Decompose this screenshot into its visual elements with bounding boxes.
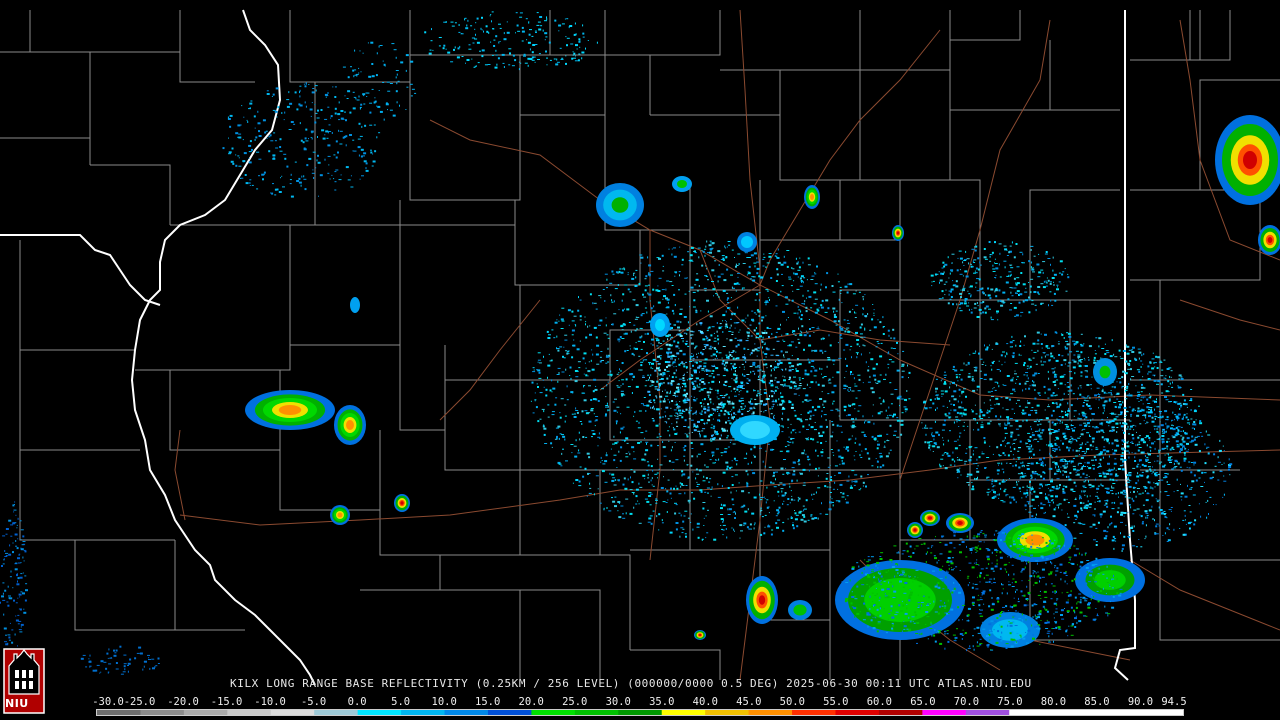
scale-label: 65.0 — [910, 696, 936, 708]
color-bar-segment — [835, 710, 880, 715]
scale-label: 60.0 — [866, 696, 893, 708]
scale-label: -25.0 — [123, 696, 156, 708]
color-bar-segment — [1139, 710, 1183, 715]
scale-label: 20.0 — [518, 696, 544, 708]
color-bar-segment — [661, 710, 706, 715]
scale-label: 50.0 — [779, 696, 805, 708]
color-bar-segment — [140, 710, 185, 715]
scale-label: -5.0 — [300, 696, 327, 708]
scale-label: 45.0 — [736, 696, 762, 708]
reflectivity-color-bar — [96, 709, 1184, 716]
scale-label: 85.0 — [1084, 696, 1110, 708]
color-bar-segment — [444, 710, 489, 715]
color-bar-segment — [401, 710, 446, 715]
scale-label: 25.0 — [562, 696, 588, 708]
color-bar-segment — [878, 710, 923, 715]
color-bar-segment — [531, 710, 576, 715]
color-bar-segment — [748, 710, 793, 715]
scale-label: -20.0 — [167, 696, 199, 708]
color-bar-segment — [270, 710, 315, 715]
scale-label: 5.0 — [391, 696, 411, 708]
color-bar-segment — [487, 710, 532, 715]
color-bar-segment — [965, 710, 1010, 715]
color-bar-segment — [705, 710, 750, 715]
reflectivity-echoes — [0, 11, 1280, 675]
color-bar-segment — [1009, 710, 1054, 715]
scale-label: 10.0 — [431, 696, 457, 708]
color-bar-segment — [314, 710, 359, 715]
color-bar-segment — [574, 710, 619, 715]
scale-label: -15.0 — [210, 696, 243, 708]
color-bar-segment — [1052, 710, 1097, 715]
color-bar-segment — [357, 710, 402, 715]
color-bar-segment — [1096, 710, 1141, 715]
radar-map — [0, 9, 1280, 686]
product-title: KILX LONG RANGE BASE REFLECTIVITY (0.25K… — [230, 677, 1032, 690]
state-lines — [0, 9, 1136, 686]
color-bar-segment — [922, 710, 967, 715]
color-bar-segment — [618, 710, 663, 715]
scale-label: 94.5 — [1161, 696, 1187, 708]
color-bar-segment — [792, 710, 836, 715]
scale-label: 15.0 — [475, 696, 501, 708]
scale-labels: -30.0 -25.0 -20.0 -15.0 -10.0 -5.0 0.0 5.0 10.0 1… — [92, 696, 1187, 708]
color-bar-segment — [183, 710, 228, 715]
logo-text: NIU — [5, 697, 29, 710]
scale-label: -30.0 — [92, 696, 124, 708]
scale-label: 70.0 — [953, 696, 980, 708]
scale-label: 90.0 — [1127, 696, 1154, 708]
color-bar-segment — [227, 710, 272, 715]
scale-label: 40.0 — [692, 696, 718, 708]
scale-label: 55.0 — [823, 696, 849, 708]
scale-label: 80.0 — [1040, 696, 1067, 708]
scale-label: 0.0 — [347, 696, 367, 708]
scale-label: -10.0 — [254, 696, 286, 708]
scale-label: 30.0 — [605, 696, 631, 708]
scale-label: 75.0 — [997, 696, 1023, 708]
scale-label: 35.0 — [649, 696, 675, 708]
color-bar-segment — [97, 710, 141, 715]
